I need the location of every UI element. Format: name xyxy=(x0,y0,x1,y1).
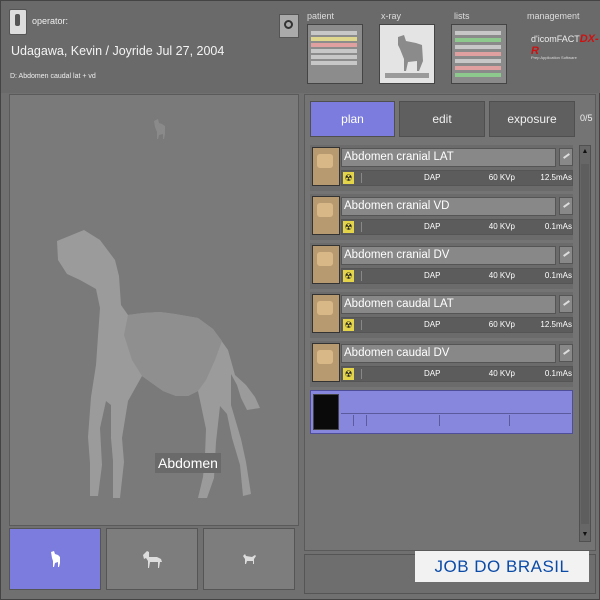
kvp-value: 60 KVp xyxy=(488,320,515,329)
exam-title: Abdomen cranial VD xyxy=(341,197,556,216)
edit-icon[interactable] xyxy=(559,295,573,313)
key-icon[interactable] xyxy=(9,9,27,35)
brand-logo: d'icomFACTDX-R xyxy=(531,33,600,57)
scrollbar-thumb[interactable] xyxy=(581,164,589,524)
nav-label-patient: patient xyxy=(307,11,335,21)
dap-label: DAP xyxy=(424,271,441,280)
scrollbar[interactable]: ▲ ▼ xyxy=(579,145,591,542)
nav-tab-lists[interactable]: lists xyxy=(451,11,511,86)
kvp-value: 60 KVp xyxy=(488,173,515,182)
exam-thumbnail xyxy=(312,245,340,284)
exposure-counter: 0/5 xyxy=(580,113,593,123)
exposure-params: ☢ DAP 60 KVp 12.5mAs xyxy=(341,170,573,186)
edit-icon[interactable] xyxy=(559,148,573,166)
exam-item-placeholder[interactable] xyxy=(310,390,573,434)
exam-item[interactable]: Abdomen caudal DV ☢ DAP 40 KVp 0.1mAs xyxy=(310,341,573,387)
exam-title: Abdomen caudal LAT xyxy=(341,295,556,314)
radiation-icon: ☢ xyxy=(343,368,354,380)
divider xyxy=(341,413,571,414)
mas-value: 0.1mAs xyxy=(544,271,572,280)
nav-tab-patient[interactable]: patient xyxy=(307,11,367,86)
anatomy-viewer: Abdomen xyxy=(9,94,299,526)
exam-item[interactable]: Abdomen cranial DV ☢ DAP 40 KVp 0.1mAs xyxy=(310,243,573,289)
dog-icon xyxy=(51,551,60,567)
header: operator: Udagawa, Kevin / Joyride Jul 2… xyxy=(1,1,600,93)
edit-icon[interactable] xyxy=(559,197,573,215)
watermark-banner: JOB DO BRASIL xyxy=(415,551,589,582)
mas-value: 12.5mAs xyxy=(540,320,572,329)
edit-icon[interactable] xyxy=(559,344,573,362)
radiation-icon: ☢ xyxy=(343,319,354,331)
mas-value: 0.1mAs xyxy=(544,369,572,378)
brand-logo-prefix: d'icomFACT xyxy=(531,34,580,44)
exam-description: D: Abdomen caudal lat + vd xyxy=(10,73,96,80)
dap-label: DAP xyxy=(424,222,441,231)
patient-thumbnail xyxy=(307,24,363,84)
exam-title: Abdomen cranial DV xyxy=(341,246,556,265)
patient-info: Udagawa, Kevin / Joyride Jul 27, 2004 xyxy=(11,44,225,58)
exam-panel: plan edit exposure 0/5 Abdomen cranial L… xyxy=(304,94,596,551)
exposure-params: ☢ DAP 60 KVp 12.5mAs xyxy=(341,317,573,333)
kvp-value: 40 KVp xyxy=(488,369,515,378)
empty-thumbnail xyxy=(313,394,339,430)
radiation-icon: ☢ xyxy=(343,172,354,184)
nav-label-lists: lists xyxy=(454,11,470,21)
region-label[interactable]: Abdomen xyxy=(155,453,221,473)
mas-value: 0.1mAs xyxy=(544,222,572,231)
mas-value: 12.5mAs xyxy=(540,173,572,182)
exam-thumbnail xyxy=(312,343,340,382)
exposure-params: ☢ DAP 40 KVp 0.1mAs xyxy=(341,268,573,284)
horse-icon xyxy=(143,551,162,568)
exam-item[interactable]: Abdomen cranial VD ☢ DAP 40 KVp 0.1mAs xyxy=(310,194,573,240)
scroll-up-icon[interactable]: ▲ xyxy=(581,147,589,157)
nav-label-xray: x-ray xyxy=(381,11,401,21)
radiation-icon: ☢ xyxy=(343,221,354,233)
exam-thumbnail xyxy=(312,196,340,235)
exam-thumbnail xyxy=(312,294,340,333)
kvp-value: 40 KVp xyxy=(488,271,515,280)
exposure-params: ☢ DAP 40 KVp 0.1mAs xyxy=(341,366,573,382)
dog-view-icon xyxy=(154,119,165,139)
dog-thumbnail-icon xyxy=(380,25,434,83)
cat-icon xyxy=(243,554,256,564)
tab-plan[interactable]: plan xyxy=(310,101,395,137)
species-button-horse[interactable] xyxy=(106,528,198,590)
species-button-cat[interactable] xyxy=(203,528,295,590)
kvp-value: 40 KVp xyxy=(488,222,515,231)
exam-title: Abdomen cranial LAT xyxy=(341,148,556,167)
application-window: operator: Udagawa, Kevin / Joyride Jul 2… xyxy=(0,0,600,600)
species-button-dog[interactable] xyxy=(9,528,101,590)
operator-label: operator: xyxy=(32,16,69,26)
exam-item[interactable]: Abdomen caudal LAT ☢ DAP 60 KVp 12.5mAs xyxy=(310,292,573,338)
species-selector xyxy=(9,528,297,591)
edit-icon[interactable] xyxy=(559,246,573,264)
exam-item[interactable]: Abdomen cranial LAT ☢ DAP 60 KVp 12.5mAs xyxy=(310,145,573,191)
nav-label-management: management xyxy=(527,11,580,21)
scroll-down-icon[interactable]: ▼ xyxy=(581,530,589,540)
exam-title: Abdomen caudal DV xyxy=(341,344,556,363)
lists-thumbnail xyxy=(451,24,507,84)
exam-thumbnail xyxy=(312,147,340,186)
radiation-icon: ☢ xyxy=(343,270,354,282)
settings-icon[interactable] xyxy=(279,14,299,38)
dap-label: DAP xyxy=(424,369,441,378)
xray-thumbnail xyxy=(379,24,435,84)
dap-label: DAP xyxy=(424,320,441,329)
brand-subtitle: Prep Application Software xyxy=(531,55,577,60)
dap-label: DAP xyxy=(424,173,441,182)
exposure-params: ☢ DAP 40 KVp 0.1mAs xyxy=(341,219,573,235)
nav-tab-xray[interactable]: x-ray xyxy=(379,11,439,86)
tab-exposure[interactable]: exposure xyxy=(489,101,575,137)
tab-edit[interactable]: edit xyxy=(399,101,485,137)
